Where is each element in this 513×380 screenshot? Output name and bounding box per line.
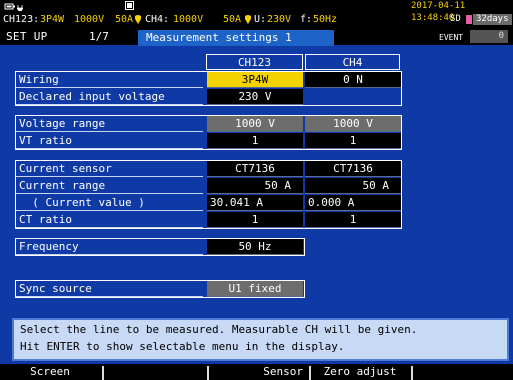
f5-button[interactable] [413, 364, 513, 380]
f3-sensor-button[interactable]: Sensor [209, 364, 307, 380]
sd-card-icon [466, 15, 472, 24]
sd-remaining-days: 32days [473, 14, 512, 25]
sd-label: SD [450, 14, 461, 24]
current-sensor-ch123-select[interactable]: CT7136 [207, 161, 303, 177]
battery-icon [4, 2, 15, 10]
f1-screen-button[interactable]: Screen [0, 364, 100, 380]
page-title: SET UP [6, 30, 48, 43]
current-range-ch4-select[interactable]: 50 A [305, 178, 401, 194]
event-label: EVENT [439, 33, 464, 42]
current-status: 50A [115, 14, 134, 25]
sync-source-label: Sync source [16, 281, 203, 297]
page-indicator: 1/7 [89, 30, 109, 43]
u-value: 230V [267, 14, 292, 25]
ch4-current-status: 50A [223, 14, 242, 25]
declared-voltage-select[interactable]: 230 V [207, 89, 303, 105]
frequency-label: Frequency [16, 239, 203, 255]
f2-button[interactable] [104, 364, 202, 380]
vt-ratio-ch4-field[interactable]: 1 [305, 133, 401, 149]
clamp-sensor-icon [244, 15, 252, 25]
f4-zero-adjust-button[interactable]: Zero adjust [311, 364, 409, 380]
ch4-voltage-status: 1000V [173, 14, 204, 25]
column-header-ch123: CH123 [206, 54, 303, 70]
clamp-sensor-icon [134, 15, 142, 25]
f-value: 50Hz [313, 14, 338, 25]
wiring-ch123-select[interactable]: 3P4W [207, 72, 303, 88]
ch4-label: CH4: [145, 14, 170, 25]
frequency-select[interactable]: 50 Hz [207, 239, 303, 255]
event-count: 0 [470, 30, 508, 43]
current-value-ch4: 0.000 A [305, 195, 401, 211]
u-label: U: [254, 14, 267, 25]
wiring-status: 3P4W [40, 14, 65, 25]
vt-ratio-ch123-field[interactable]: 1 [207, 133, 303, 149]
voltage-range-ch4: 1000 V [305, 116, 401, 132]
voltage-range-ch123: 1000 V [207, 116, 303, 132]
column-header-ch4: CH4 [305, 54, 400, 70]
status-row-icons: 2017-04-11 13:48:40 [0, 0, 513, 23]
memory-icon [125, 1, 134, 10]
wiring-ch4-select[interactable]: 0 N [305, 72, 401, 88]
status-row-measurement: CH123: 3P4W 1000V 50A CH4: 1000V 50A U: … [0, 12, 513, 27]
ct-ratio-label: CT ratio [16, 212, 203, 228]
current-value-label: ( Current value ) [16, 195, 203, 211]
current-value-ch123: 30.041 A [207, 195, 303, 211]
current-sensor-label: Current sensor [16, 161, 203, 177]
vt-ratio-label: VT ratio [16, 133, 203, 149]
help-line-1: Select the line to be measured. Measurab… [20, 323, 418, 336]
wiring-label: Wiring [16, 72, 203, 88]
f-label: f: [300, 14, 313, 25]
help-message: Select the line to be measured. Measurab… [12, 318, 509, 361]
tab-measurement-settings[interactable]: Measurement settings 1 [138, 30, 334, 46]
voltage-status: 1000V [74, 14, 105, 25]
current-range-label: Current range [16, 178, 203, 194]
current-range-ch123-select[interactable]: 50 A [207, 178, 303, 194]
voltage-range-label: Voltage range [16, 116, 203, 132]
ct-ratio-ch123-field[interactable]: 1 [207, 212, 303, 228]
power-plug-icon [16, 3, 24, 12]
help-line-2: Hit ENTER to show selectable menu in the… [20, 340, 345, 353]
ch123-label: CH123: [3, 14, 40, 25]
ct-ratio-ch4-field[interactable]: 1 [305, 212, 401, 228]
current-sensor-ch4-select[interactable]: CT7136 [305, 161, 401, 177]
declared-voltage-label: Declared input voltage [16, 89, 203, 105]
sync-source-value: U1 fixed [207, 281, 303, 297]
